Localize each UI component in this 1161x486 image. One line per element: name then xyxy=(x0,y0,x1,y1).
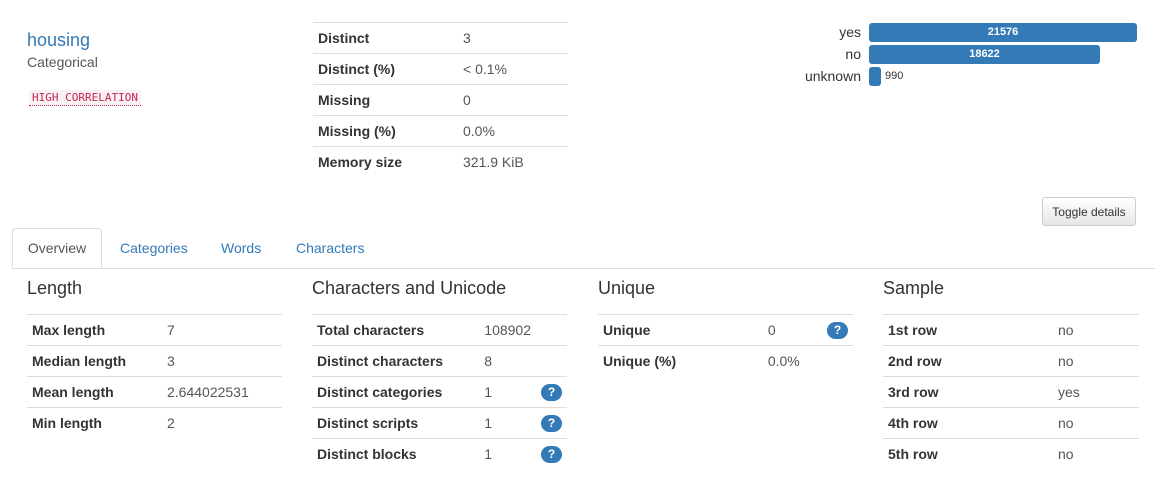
row-label: Distinct blocks xyxy=(312,438,480,469)
tab-characters[interactable]: Characters xyxy=(281,228,379,268)
unique-table: Unique 0 ? Unique (%) 0.0% xyxy=(598,314,853,376)
row-value: no xyxy=(1053,407,1139,439)
table-row: Mean length 2.644022531 xyxy=(27,376,282,408)
row-value: 3 xyxy=(162,345,282,377)
table-row: Median length 3 xyxy=(27,345,282,377)
table-row: Max length 7 xyxy=(27,314,282,346)
row-label: Distinct scripts xyxy=(312,407,480,439)
variable-name-link[interactable]: housing xyxy=(27,30,90,51)
help-icon[interactable]: ? xyxy=(541,384,562,401)
row-value: 1 xyxy=(479,376,536,408)
help-icon[interactable]: ? xyxy=(827,322,848,339)
row-label: Max length xyxy=(27,314,162,346)
characters-table: Total characters 108902 Distinct charact… xyxy=(312,314,567,469)
row-label: 4th row xyxy=(883,407,1053,439)
row-value: no xyxy=(1053,345,1139,377)
length-section-title: Length xyxy=(27,278,83,298)
table-row: 2nd row no xyxy=(883,345,1139,377)
table-row: 1st row no xyxy=(883,314,1139,346)
stat-value: < 0.1% xyxy=(458,53,568,85)
help-icon[interactable]: ? xyxy=(541,415,562,432)
row-label: Distinct categories xyxy=(312,376,480,408)
table-row: Distinct categories 1 ? xyxy=(312,376,567,408)
tab-overview[interactable]: Overview xyxy=(12,228,102,268)
row-help-cell: ? xyxy=(536,407,567,439)
tab-categories[interactable]: Categories xyxy=(105,228,203,268)
row-value: no xyxy=(1053,314,1139,346)
bar-category-label: unknown xyxy=(804,68,861,84)
row-value: 2 xyxy=(162,407,282,438)
row-value: no xyxy=(1053,438,1139,469)
help-icon[interactable]: ? xyxy=(541,446,562,463)
table-row: Distinct 3 xyxy=(313,22,568,54)
stat-value: 3 xyxy=(458,22,568,54)
row-label: Unique (%) xyxy=(598,345,763,376)
bar-value-label: 990 xyxy=(885,70,904,82)
row-value: 1 xyxy=(479,407,536,439)
stat-label: Memory size xyxy=(313,146,458,177)
row-value: yes xyxy=(1053,376,1139,408)
row-value: 0.0% xyxy=(762,345,822,376)
row-label: Mean length xyxy=(27,376,162,408)
length-table: Max length 7 Median length 3 Mean length… xyxy=(27,314,282,438)
row-help-cell: ? xyxy=(536,438,567,469)
table-row: 5th row no xyxy=(883,438,1139,469)
row-value: 7 xyxy=(162,314,282,346)
stat-value: 0 xyxy=(458,84,568,116)
characters-section-title: Characters and Unicode xyxy=(312,278,507,298)
row-label: 3rd row xyxy=(883,376,1053,408)
row-label: 2nd row xyxy=(883,345,1053,377)
row-help-cell xyxy=(536,314,567,346)
row-label: Total characters xyxy=(312,314,480,346)
row-value: 2.644022531 xyxy=(162,376,282,408)
variable-type: Categorical xyxy=(27,54,98,70)
table-row: Memory size 321.9 KiB xyxy=(313,146,568,177)
stat-value: 0.0% xyxy=(458,115,568,147)
table-row: Unique (%) 0.0% xyxy=(598,345,853,376)
table-row: 4th row no xyxy=(883,407,1139,439)
table-row: Missing (%) 0.0% xyxy=(313,115,568,147)
stat-label: Missing xyxy=(313,84,458,116)
stat-label: Distinct xyxy=(313,22,458,54)
table-row: Distinct scripts 1 ? xyxy=(312,407,567,439)
row-label: Unique xyxy=(598,314,763,346)
table-row: Distinct (%) < 0.1% xyxy=(313,53,568,85)
overview-stats-table: Distinct 3 Distinct (%) < 0.1% Missing 0… xyxy=(313,22,568,177)
row-value: 108902 xyxy=(479,314,536,346)
row-help-cell: ? xyxy=(822,314,853,346)
table-row: Unique 0 ? xyxy=(598,314,853,346)
bar-value-label: 21576 xyxy=(987,26,1019,38)
row-value: 1 xyxy=(479,438,536,469)
row-label: Median length xyxy=(27,345,162,377)
toggle-details-button[interactable]: Toggle details xyxy=(1042,197,1136,226)
row-help-cell: ? xyxy=(536,376,567,408)
table-row: Total characters 108902 xyxy=(312,314,567,346)
row-label: 5th row xyxy=(883,438,1053,469)
row-label: Distinct characters xyxy=(312,345,480,377)
frequency-bar xyxy=(869,67,881,86)
bar-category-label: no xyxy=(845,46,861,62)
bar-category-label: yes xyxy=(839,24,861,40)
tabs-divider xyxy=(12,268,1155,269)
stat-label: Distinct (%) xyxy=(313,53,458,85)
row-help-cell xyxy=(536,345,567,377)
table-row: Min length 2 xyxy=(27,407,282,438)
table-row: Distinct blocks 1 ? xyxy=(312,438,567,469)
table-row: 3rd row yes xyxy=(883,376,1139,408)
table-row: Distinct characters 8 xyxy=(312,345,567,377)
unique-section-title: Unique xyxy=(598,278,656,298)
row-value: 0 xyxy=(762,314,822,346)
table-row: Missing 0 xyxy=(313,84,568,116)
high-correlation-alert-badge[interactable]: HIGH CORRELATION xyxy=(29,90,141,106)
stat-label: Missing (%) xyxy=(313,115,458,147)
tab-words[interactable]: Words xyxy=(206,228,276,268)
sample-section-title: Sample xyxy=(883,278,945,298)
row-value: 8 xyxy=(479,345,536,377)
bar-value-label: 18622 xyxy=(969,48,1000,60)
row-label: 1st row xyxy=(883,314,1053,346)
stat-value: 321.9 KiB xyxy=(458,146,568,177)
sample-table: 1st row no 2nd row no 3rd row yes 4th ro… xyxy=(883,314,1139,469)
row-label: Min length xyxy=(27,407,162,438)
row-help-cell xyxy=(822,345,853,376)
